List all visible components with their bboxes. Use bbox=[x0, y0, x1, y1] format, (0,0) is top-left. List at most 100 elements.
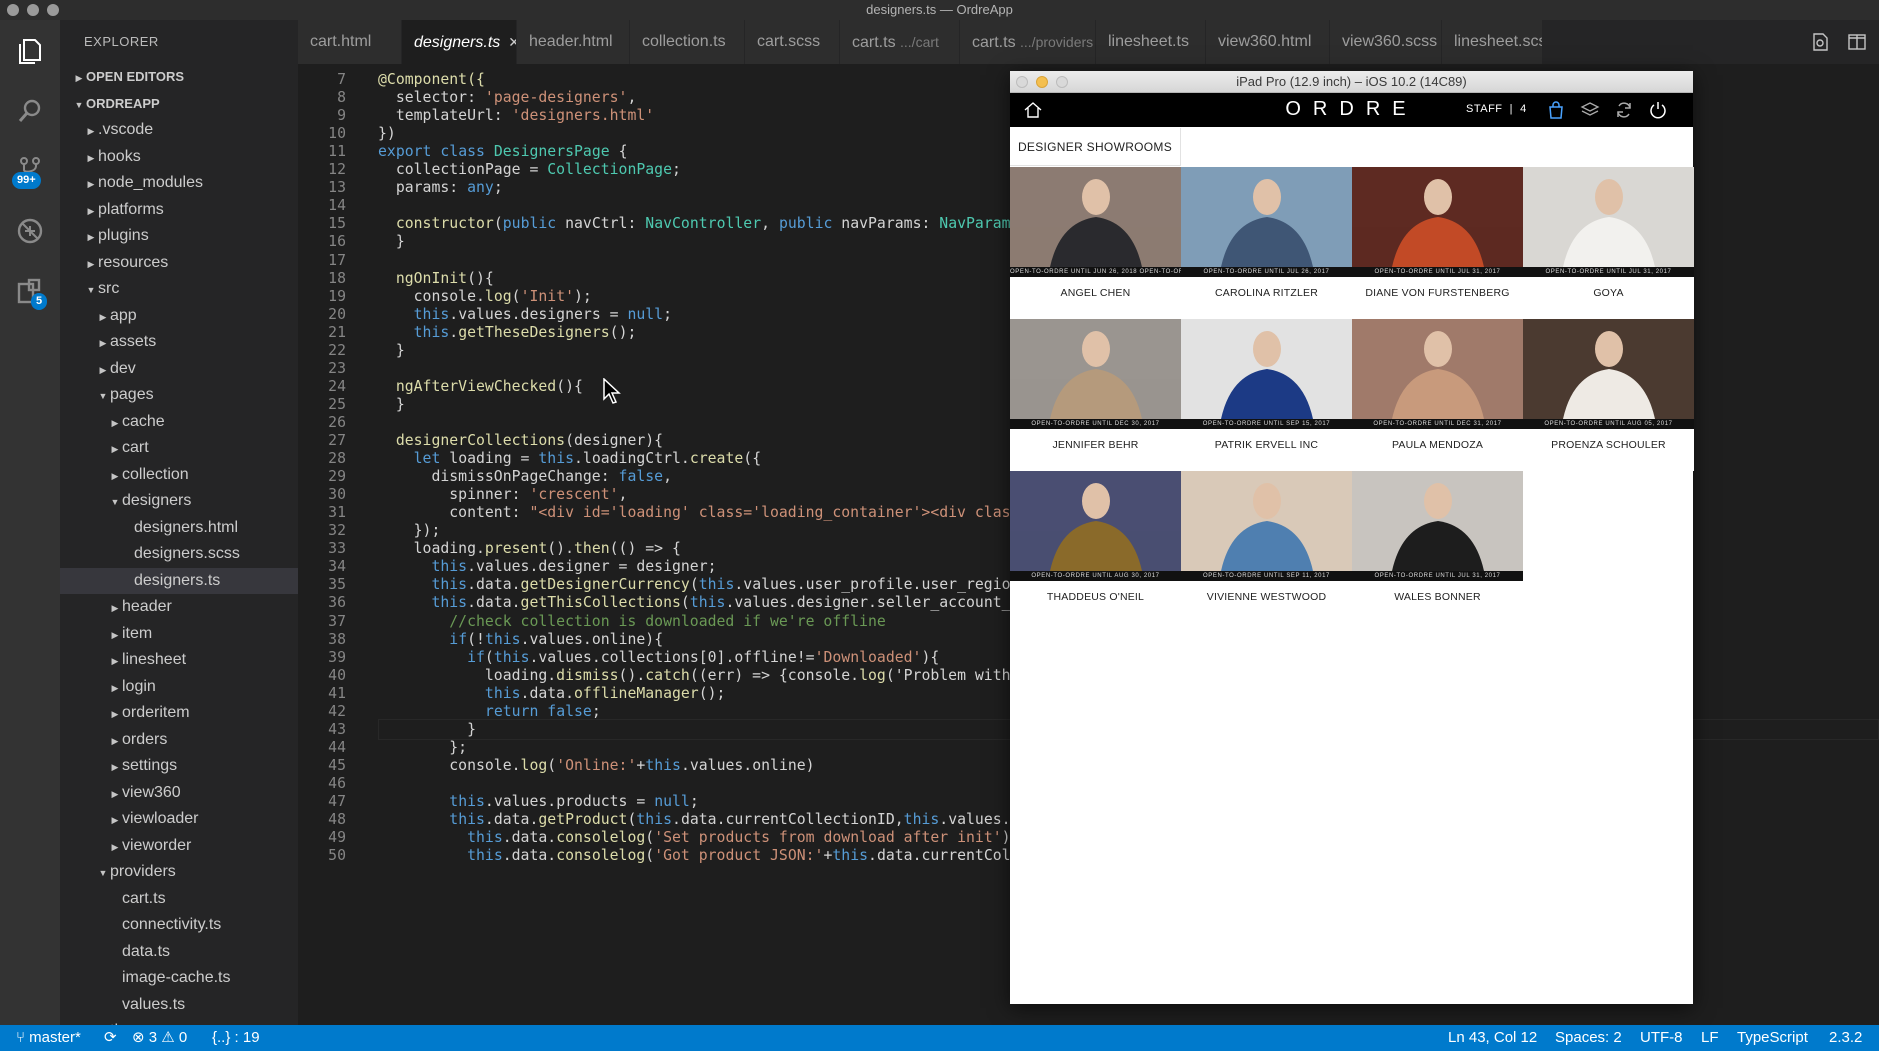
tree-file-item[interactable]: designers.ts bbox=[60, 567, 298, 594]
designer-tile[interactable]: OPEN-TO-ORDRE UNTIL JUL 31, 2017 GOYA bbox=[1523, 167, 1694, 319]
tab-linesheet-scs[interactable]: linesheet.scs bbox=[1442, 20, 1543, 64]
chevron-right-icon[interactable]: ▶ bbox=[108, 781, 122, 808]
tab-cart-ts[interactable]: cart.ts .../cart bbox=[840, 20, 960, 64]
tree-folder-item[interactable]: ▼ src bbox=[60, 276, 298, 303]
symbol-count[interactable]: {..} : 19 bbox=[212, 1025, 260, 1051]
chevron-down-icon[interactable]: ▼ bbox=[72, 92, 86, 119]
search-icon[interactable] bbox=[15, 96, 45, 126]
refresh-icon[interactable] bbox=[1614, 100, 1634, 120]
tree-folder-item[interactable]: ▶ orderitem bbox=[60, 700, 298, 727]
tree-folder-item[interactable]: ▶ orders bbox=[60, 727, 298, 754]
chevron-right-icon[interactable]: ▶ bbox=[108, 410, 122, 437]
tab-collection-ts[interactable]: collection.ts bbox=[630, 20, 745, 64]
chevron-right-icon[interactable]: ▶ bbox=[108, 807, 122, 834]
tree-folder-item[interactable]: ▶ dev bbox=[60, 356, 298, 383]
tree-folder-item[interactable]: ▼ providers bbox=[60, 859, 298, 886]
chevron-right-icon[interactable]: ▶ bbox=[96, 330, 110, 357]
debug-icon[interactable] bbox=[15, 216, 45, 246]
chevron-right-icon[interactable]: ▶ bbox=[108, 728, 122, 755]
tree-folder-item[interactable]: ▶ settings bbox=[60, 753, 298, 780]
line-ending[interactable]: LF bbox=[1701, 1025, 1719, 1051]
branch-indicator[interactable]: ⑂ master* bbox=[16, 1025, 81, 1051]
chevron-right-icon[interactable]: ▶ bbox=[108, 834, 122, 861]
chevron-right-icon[interactable]: ▶ bbox=[108, 754, 122, 781]
chevron-right-icon[interactable]: ▶ bbox=[84, 198, 98, 225]
tree-folder-item[interactable]: ▶ viewloader bbox=[60, 806, 298, 833]
tab-view360-html[interactable]: view360.html bbox=[1206, 20, 1330, 64]
chevron-right-icon[interactable]: ▶ bbox=[84, 224, 98, 251]
tree-file-item[interactable]: values.ts bbox=[60, 992, 298, 1019]
code-line[interactable]: 50 this.data.consolelog('Got product JSO… bbox=[298, 845, 1099, 867]
power-icon[interactable] bbox=[1648, 100, 1668, 120]
designer-tile[interactable]: OPEN-TO-ORDRE UNTIL JUN 26, 2018 OPEN-TO… bbox=[1010, 167, 1181, 319]
tree-folder-item[interactable]: ▶ view360 bbox=[60, 780, 298, 807]
language-mode[interactable]: TypeScript bbox=[1737, 1025, 1808, 1051]
open-changes-icon[interactable] bbox=[1811, 32, 1831, 52]
chevron-down-icon[interactable]: ▼ bbox=[96, 860, 110, 887]
designer-tile[interactable]: OPEN-TO-ORDRE UNTIL AUG 05, 2017 PROENZA … bbox=[1523, 319, 1694, 471]
problems-indicator[interactable]: ⊗ 3 ⚠ 0 bbox=[132, 1025, 187, 1051]
ts-version[interactable]: 2.3.2 bbox=[1829, 1025, 1862, 1051]
chevron-right-icon[interactable]: ▶ bbox=[108, 648, 122, 675]
tree-folder-item[interactable]: ▶ cart bbox=[60, 435, 298, 462]
tab-linesheet-ts[interactable]: linesheet.ts bbox=[1096, 20, 1206, 64]
tab-cart-ts[interactable]: cart.ts .../providers bbox=[960, 20, 1096, 64]
tree-file-item[interactable]: image-cache.ts bbox=[60, 965, 298, 992]
tree-folder-item[interactable]: ▶ vieworder bbox=[60, 833, 298, 860]
chevron-right-icon[interactable]: ▶ bbox=[108, 436, 122, 463]
tree-folder-item[interactable]: ▶ assets bbox=[60, 329, 298, 356]
tree-file-item[interactable]: connectivity.ts bbox=[60, 912, 298, 939]
tree-folder-item[interactable]: ▶ collection bbox=[60, 462, 298, 489]
tree-folder-item[interactable]: ▶ item bbox=[60, 621, 298, 648]
tree-file-item[interactable]: designers.scss bbox=[60, 541, 298, 568]
designer-tile[interactable]: OPEN-TO-ORDRE UNTIL JUL 31, 2017 DIANE VO… bbox=[1352, 167, 1523, 319]
chevron-down-icon[interactable]: ▼ bbox=[96, 383, 110, 410]
chevron-right-icon[interactable]: ▶ bbox=[84, 118, 98, 145]
chevron-down-icon[interactable]: ▼ bbox=[84, 277, 98, 304]
indentation[interactable]: Spaces: 2 bbox=[1555, 1025, 1622, 1051]
tree-folder-item[interactable]: ▶ OPEN EDITORS bbox=[60, 64, 298, 91]
designer-tile[interactable]: OPEN-TO-ORDRE UNTIL SEP 11, 2017 VIVIENNE… bbox=[1181, 471, 1352, 623]
tree-folder-item[interactable]: ▶ .vscode bbox=[60, 117, 298, 144]
explorer-icon[interactable] bbox=[15, 36, 45, 66]
chevron-right-icon[interactable]: ▶ bbox=[108, 463, 122, 490]
chevron-right-icon[interactable]: ▶ bbox=[84, 251, 98, 278]
tree-folder-item[interactable]: ▶ resources bbox=[60, 250, 298, 277]
designer-tile[interactable]: OPEN-TO-ORDRE UNTIL AUG 30, 2017 THADDEUS… bbox=[1010, 471, 1181, 623]
chevron-right-icon[interactable]: ▶ bbox=[108, 595, 122, 622]
tab-designers-ts[interactable]: designers.ts ✕ bbox=[402, 20, 517, 64]
tree-folder-item[interactable]: ▼ ORDREAPP bbox=[60, 91, 298, 118]
designer-tile[interactable]: OPEN-TO-ORDRE UNTIL JUL 31, 2017 WALES BO… bbox=[1352, 471, 1523, 623]
chevron-right-icon[interactable]: ▶ bbox=[72, 65, 86, 92]
designer-tile[interactable]: OPEN-TO-ORDRE UNTIL JUL 26, 2017 CAROLINA… bbox=[1181, 167, 1352, 319]
close-tab-icon[interactable]: ✕ bbox=[508, 34, 516, 50]
chevron-right-icon[interactable]: ▶ bbox=[108, 675, 122, 702]
tree-folder-item[interactable]: ▼ pages bbox=[60, 382, 298, 409]
designer-tile[interactable]: OPEN-TO-ORDRE UNTIL DEC 31, 2017 PAULA ME… bbox=[1352, 319, 1523, 471]
shopping-bag-icon[interactable] bbox=[1546, 100, 1566, 120]
tree-folder-item[interactable]: ▼ designers bbox=[60, 488, 298, 515]
chevron-right-icon[interactable]: ▶ bbox=[108, 622, 122, 649]
tree-folder-item[interactable]: ▶ cache bbox=[60, 409, 298, 436]
sync-icon[interactable]: ⟳ bbox=[104, 1025, 117, 1051]
tree-folder-item[interactable]: ▶ hooks bbox=[60, 144, 298, 171]
designer-tile[interactable]: OPEN-TO-ORDRE UNTIL SEP 15, 2017 PATRIK E… bbox=[1181, 319, 1352, 471]
tree-file-item[interactable]: cart.ts bbox=[60, 886, 298, 913]
tree-folder-item[interactable]: ▶ node_modules bbox=[60, 170, 298, 197]
split-editor-icon[interactable] bbox=[1847, 32, 1867, 52]
tree-folder-item[interactable]: ▶ header bbox=[60, 594, 298, 621]
tab-view360-scss[interactable]: view360.scss bbox=[1330, 20, 1442, 64]
tree-file-item[interactable]: designers.html bbox=[60, 515, 298, 542]
tree-folder-item[interactable]: ▶ platforms bbox=[60, 197, 298, 224]
designer-tile[interactable]: OPEN-TO-ORDRE UNTIL DEC 30, 2017 JENNIFER… bbox=[1010, 319, 1181, 471]
chevron-right-icon[interactable]: ▶ bbox=[84, 171, 98, 198]
tab-designer-showrooms[interactable]: DESIGNER SHOWROOMS bbox=[1010, 128, 1181, 166]
chevron-right-icon[interactable]: ▶ bbox=[84, 145, 98, 172]
chevron-right-icon[interactable]: ▶ bbox=[108, 701, 122, 728]
tab-header-html[interactable]: header.html bbox=[517, 20, 630, 64]
tree-folder-item[interactable]: ▶ plugins bbox=[60, 223, 298, 250]
tab-cart-html[interactable]: cart.html bbox=[298, 20, 402, 64]
tree-folder-item[interactable]: ▶ linesheet bbox=[60, 647, 298, 674]
tree-folder-item[interactable]: ▶ app bbox=[60, 303, 298, 330]
chevron-down-icon[interactable]: ▼ bbox=[108, 489, 122, 516]
